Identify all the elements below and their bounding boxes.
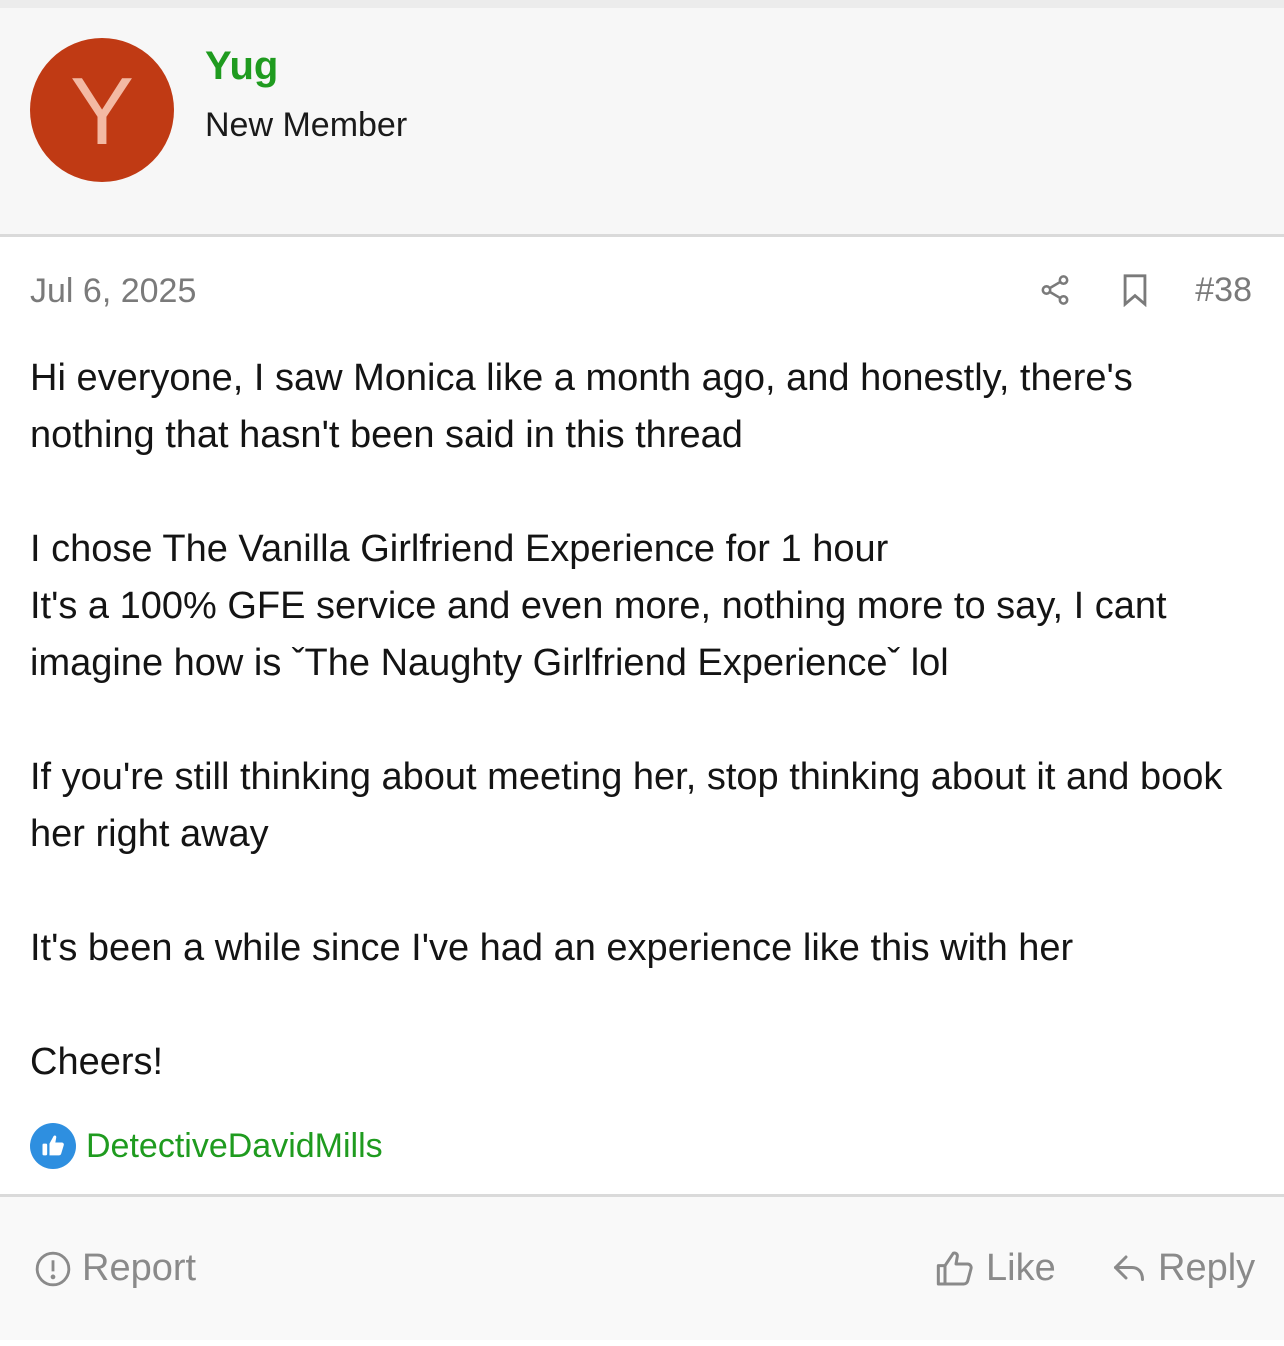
post-body: Hi everyone, I saw Monica like a month a… bbox=[30, 350, 1260, 1091]
post-paragraph: Cheers! bbox=[30, 1041, 164, 1083]
thumbs-up-icon bbox=[934, 1249, 976, 1289]
avatar[interactable]: Y bbox=[30, 38, 174, 182]
post-meta-actions: #38 bbox=[1035, 270, 1252, 310]
reply-label: Reply bbox=[1158, 1247, 1256, 1289]
username-link[interactable]: Yug bbox=[205, 44, 278, 89]
report-label: Report bbox=[82, 1247, 197, 1289]
post-number-link[interactable]: #38 bbox=[1195, 271, 1252, 310]
post-date[interactable]: Jul 6, 2025 bbox=[30, 272, 196, 311]
report-button[interactable]: Report bbox=[34, 1247, 196, 1290]
avatar-letter: Y bbox=[69, 58, 135, 165]
post-author-header: Y Yug New Member bbox=[0, 8, 1284, 237]
reactions-bar: DetectiveDavidMills bbox=[30, 1123, 383, 1169]
like-label: Like bbox=[986, 1247, 1056, 1289]
reply-button[interactable]: Reply bbox=[1110, 1247, 1255, 1290]
user-title: New Member bbox=[205, 106, 408, 144]
alert-circle-icon bbox=[34, 1250, 72, 1288]
post-paragraph: Hi everyone, I saw Monica like a month a… bbox=[30, 357, 1133, 456]
post-footer: Report Like Reply bbox=[0, 1194, 1284, 1340]
share-icon[interactable] bbox=[1035, 270, 1075, 310]
post-paragraph: It's been a while since I've had an expe… bbox=[30, 927, 1074, 969]
forum-post: Y Yug New Member Jul 6, 2025 #38 Hi ever… bbox=[0, 0, 1284, 1340]
like-button[interactable]: Like bbox=[934, 1247, 1056, 1290]
reaction-user-link[interactable]: DetectiveDavidMills bbox=[86, 1127, 383, 1166]
reply-arrow-icon bbox=[1110, 1251, 1148, 1287]
post-paragraph: If you're still thinking about meeting h… bbox=[30, 756, 1223, 855]
thumbs-up-badge-icon bbox=[30, 1123, 76, 1169]
post-paragraph: I chose The Vanilla Girlfriend Experienc… bbox=[30, 528, 1167, 684]
bookmark-icon[interactable] bbox=[1115, 270, 1155, 310]
